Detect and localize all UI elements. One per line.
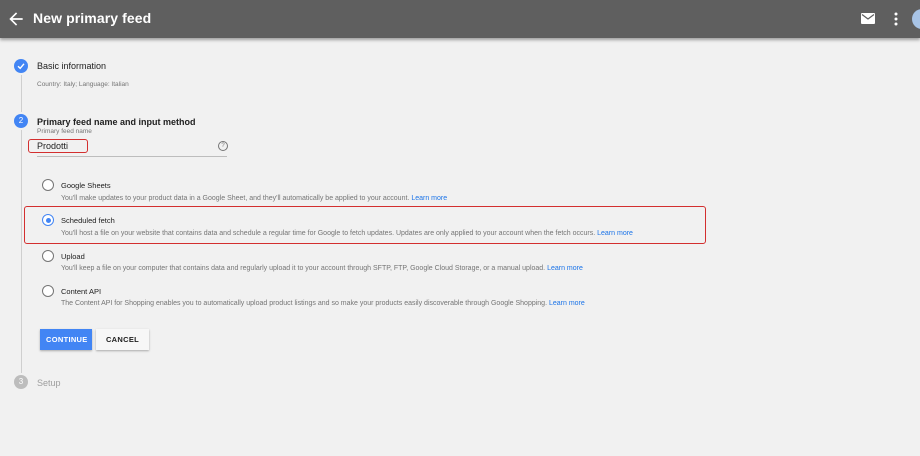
stepper-connector xyxy=(21,75,22,112)
stepper-connector xyxy=(21,130,22,373)
feed-name-label: Primary feed name xyxy=(37,128,92,135)
continue-button[interactable]: CONTINUE xyxy=(40,329,92,350)
option-description-text: The Content API for Shopping enables you… xyxy=(61,300,548,307)
page-title: New primary feed xyxy=(33,10,152,26)
step-3-title: Setup xyxy=(37,378,61,388)
option-content-api-description: The Content API for Shopping enables you… xyxy=(61,300,585,307)
option-google-sheets-title[interactable]: Google Sheets xyxy=(61,181,111,190)
feed-name-highlight xyxy=(28,139,88,153)
option-upload-description: You'll keep a file on your computer that… xyxy=(61,265,583,272)
step-2-badge: 2 xyxy=(14,114,28,128)
top-app-bar: New primary feed xyxy=(0,0,920,38)
cancel-button[interactable]: CANCEL xyxy=(96,329,149,350)
radio-content-api[interactable] xyxy=(42,285,54,297)
option-description-text: You'll make updates to your product data… xyxy=(61,195,410,202)
learn-more-link[interactable]: Learn more xyxy=(549,300,585,307)
option-google-sheets-description: You'll make updates to your product data… xyxy=(61,195,447,202)
option-content-api-title[interactable]: Content API xyxy=(61,287,101,296)
learn-more-link[interactable]: Learn more xyxy=(597,230,633,237)
step-1-subtitle: Country: Italy; Language: Italian xyxy=(37,81,129,88)
arrow-back-icon[interactable] xyxy=(6,9,26,29)
scheduled-fetch-highlight xyxy=(24,206,706,244)
learn-more-link[interactable]: Learn more xyxy=(547,265,583,272)
feed-name-underline xyxy=(37,156,227,157)
radio-google-sheets[interactable] xyxy=(42,179,54,191)
help-icon[interactable]: ? xyxy=(218,141,228,151)
option-scheduled-fetch-description: You'll host a file on your website that … xyxy=(61,230,633,237)
step-3-badge: 3 xyxy=(14,375,28,389)
step-2-title: Primary feed name and input method xyxy=(37,117,196,127)
avatar[interactable] xyxy=(912,9,920,29)
step-1-title[interactable]: Basic information xyxy=(37,61,106,71)
more-vert-icon[interactable] xyxy=(894,12,898,26)
step-1-done-badge xyxy=(14,59,28,73)
option-scheduled-fetch-title[interactable]: Scheduled fetch xyxy=(61,216,115,225)
option-description-text: You'll host a file on your website that … xyxy=(61,230,596,237)
check-icon xyxy=(17,63,25,70)
option-description-text: You'll keep a file on your computer that… xyxy=(61,265,546,272)
radio-scheduled-fetch[interactable] xyxy=(42,214,54,226)
learn-more-link[interactable]: Learn more xyxy=(411,195,447,202)
option-upload-title[interactable]: Upload xyxy=(61,252,85,261)
mail-icon[interactable] xyxy=(861,13,875,24)
radio-upload[interactable] xyxy=(42,250,54,262)
